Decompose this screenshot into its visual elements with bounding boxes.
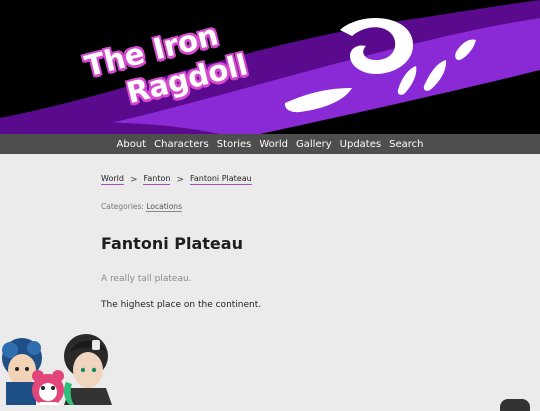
nav-updates[interactable]: Updates	[340, 139, 381, 150]
page-title: Fantoni Plateau	[101, 234, 243, 253]
scroll-top-button[interactable]	[500, 399, 530, 411]
header-banner: The Iron Ragdoll	[0, 0, 540, 134]
nav-search[interactable]: Search	[389, 139, 423, 150]
main-navigation: About Characters Stories World Gallery U…	[0, 134, 540, 154]
banner-art	[0, 0, 540, 134]
breadcrumb-separator: >	[176, 174, 184, 185]
category-link-locations[interactable]: Locations	[146, 202, 182, 212]
page-subtitle: A really tall plateau.	[101, 274, 192, 284]
nav-characters[interactable]: Characters	[154, 139, 209, 150]
nav-gallery[interactable]: Gallery	[296, 139, 332, 150]
nav-about[interactable]: About	[117, 139, 147, 150]
categories-line: Categories: Locations	[101, 202, 182, 212]
breadcrumb-fantoni-plateau[interactable]: Fantoni Plateau	[189, 174, 252, 185]
characters-illustration	[2, 334, 112, 405]
breadcrumb-world[interactable]: World	[101, 174, 124, 185]
page-body-text: The highest place on the continent.	[101, 300, 262, 310]
breadcrumb-separator: >	[129, 174, 138, 185]
breadcrumb-fanton[interactable]: Fanton	[143, 174, 171, 185]
categories-label: Categories:	[101, 202, 144, 211]
breadcrumb: World > Fanton > Fantoni Plateau	[101, 174, 252, 185]
nav-stories[interactable]: Stories	[217, 139, 252, 150]
nav-world[interactable]: World	[259, 139, 288, 150]
